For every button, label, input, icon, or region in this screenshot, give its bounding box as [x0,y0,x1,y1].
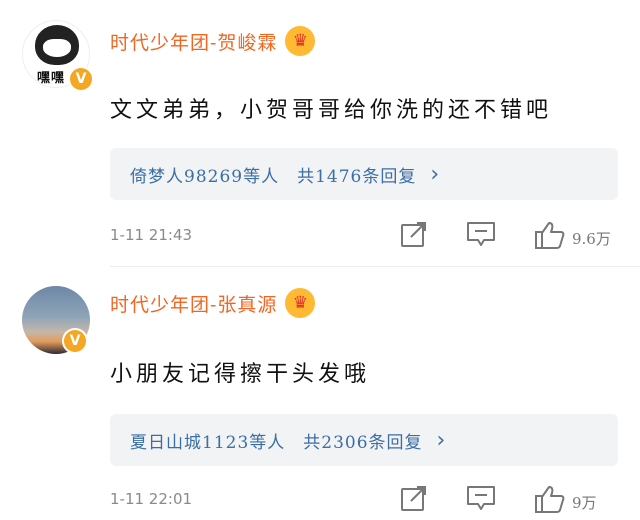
comment-icon[interactable] [466,484,496,512]
username[interactable]: 时代少年团-贺峻霖 [110,28,277,55]
thumbs-up-icon[interactable] [534,484,566,514]
verified-badge: V [62,328,88,354]
verified-badge: V [68,66,94,92]
thumbs-up-icon[interactable] [534,220,566,250]
comment-item: V 时代少年团-张真源 ♛ 小朋友记得擦干头发哦 夏日山城1123等人 共230… [0,268,640,520]
crown-icon: ♛ [285,26,316,56]
comment-text: 小朋友记得擦干头发哦 [110,362,371,387]
chevron-right-icon: › [436,427,446,453]
username[interactable]: 时代少年团-张真源 [110,290,277,317]
comment-item: 嘿嘿 V 时代少年团-贺峻霖 ♛ 文文弟弟，小贺哥哥给你洗的还不错吧 倚梦人98… [0,0,640,268]
chevron-right-icon: › [430,161,440,187]
share-icon[interactable] [400,220,428,248]
like-count: 9万 [572,494,597,512]
replies-link[interactable]: 倚梦人98269等人 共1476条回复 › [110,148,618,200]
comment-icon[interactable] [466,220,496,248]
like-count: 9.6万 [572,230,611,248]
crown-icon: ♛ [285,288,316,318]
timestamp: 1-11 21:43 [110,226,193,244]
reply-by-text: 夏日山城1123等人 [130,432,286,453]
share-icon[interactable] [400,484,428,512]
timestamp: 1-11 22:01 [110,490,193,508]
reply-by-text: 倚梦人98269等人 [130,166,280,187]
avatar-caption: 嘿嘿 [37,71,66,86]
reply-count-text: 共2306条回复 [303,432,423,453]
divider [110,266,640,267]
username-row: 时代少年团-贺峻霖 ♛ [110,26,316,56]
reply-count-text: 共1476条回复 [297,166,417,187]
replies-link[interactable]: 夏日山城1123等人 共2306条回复 › [110,414,618,466]
username-row: 时代少年团-张真源 ♛ [110,288,316,318]
comment-text: 文文弟弟，小贺哥哥给你洗的还不错吧 [110,98,553,123]
meme-face-image [35,25,79,65]
